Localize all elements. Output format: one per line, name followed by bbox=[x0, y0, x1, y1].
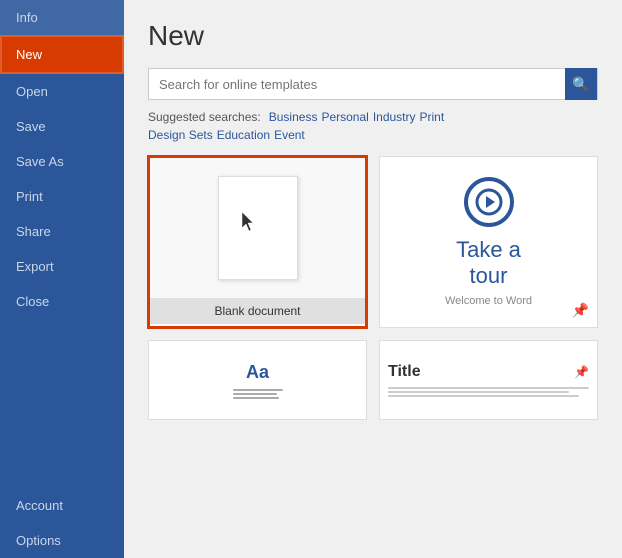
main-content: New 🔍 Suggested searches: Business Perso… bbox=[124, 0, 622, 558]
blank-doc-preview-area bbox=[150, 158, 365, 298]
sidebar-item-export[interactable]: Export bbox=[0, 249, 124, 284]
sidebar-item-share[interactable]: Share bbox=[0, 214, 124, 249]
tour-card[interactable]: Take a tour Welcome to Word 📌 bbox=[379, 156, 598, 328]
sidebar-item-open[interactable]: Open bbox=[0, 74, 124, 109]
suggested-education[interactable]: Education bbox=[217, 128, 270, 142]
title-lines bbox=[388, 387, 589, 397]
sidebar-item-options[interactable]: Options bbox=[0, 523, 124, 558]
search-bar: 🔍 bbox=[148, 68, 598, 100]
search-icon: 🔍 bbox=[572, 76, 589, 93]
pin-icon: 📌 bbox=[572, 302, 589, 319]
tour-title: Take a tour bbox=[456, 237, 521, 290]
suggested-personal[interactable]: Personal bbox=[321, 110, 368, 124]
suggested-print[interactable]: Print bbox=[420, 110, 445, 124]
suggested-design-sets[interactable]: Design Sets bbox=[148, 128, 213, 142]
sidebar: Info New Open Save Save As Print Share E… bbox=[0, 0, 124, 558]
aa-lines bbox=[233, 389, 283, 399]
tour-arrow-icon bbox=[464, 177, 514, 227]
title-preview-text: Title bbox=[388, 363, 421, 381]
search-button[interactable]: 🔍 bbox=[565, 68, 597, 100]
suggested-label: Suggested searches: bbox=[148, 110, 261, 124]
sidebar-item-print[interactable]: Print bbox=[0, 179, 124, 214]
page-title: New bbox=[148, 20, 598, 52]
title-template-card[interactable]: Title 📌 bbox=[379, 340, 598, 420]
sidebar-item-account[interactable]: Account bbox=[0, 488, 124, 523]
sidebar-item-info[interactable]: Info bbox=[0, 0, 124, 35]
suggested-industry[interactable]: Industry bbox=[373, 110, 416, 124]
suggested-searches-row: Suggested searches: Business Personal In… bbox=[148, 110, 598, 124]
tour-subtitle: Welcome to Word bbox=[445, 295, 532, 307]
blank-document-card[interactable]: Blank document bbox=[148, 156, 367, 328]
aa-preview: Aa bbox=[246, 362, 269, 383]
blank-doc-label: Blank document bbox=[150, 298, 365, 324]
cursor-icon bbox=[242, 212, 258, 232]
sidebar-item-new[interactable]: New bbox=[0, 35, 124, 74]
sidebar-item-save-as[interactable]: Save As bbox=[0, 144, 124, 179]
suggested-business[interactable]: Business bbox=[269, 110, 318, 124]
search-input[interactable] bbox=[149, 73, 565, 96]
title-pin-icon: 📌 bbox=[574, 365, 589, 379]
sidebar-item-close[interactable]: Close bbox=[0, 284, 124, 319]
suggested-searches-row2: Design Sets Education Event bbox=[148, 128, 598, 142]
aa-template-card[interactable]: Aa bbox=[148, 340, 367, 420]
sidebar-item-save[interactable]: Save bbox=[0, 109, 124, 144]
suggested-event[interactable]: Event bbox=[274, 128, 305, 142]
